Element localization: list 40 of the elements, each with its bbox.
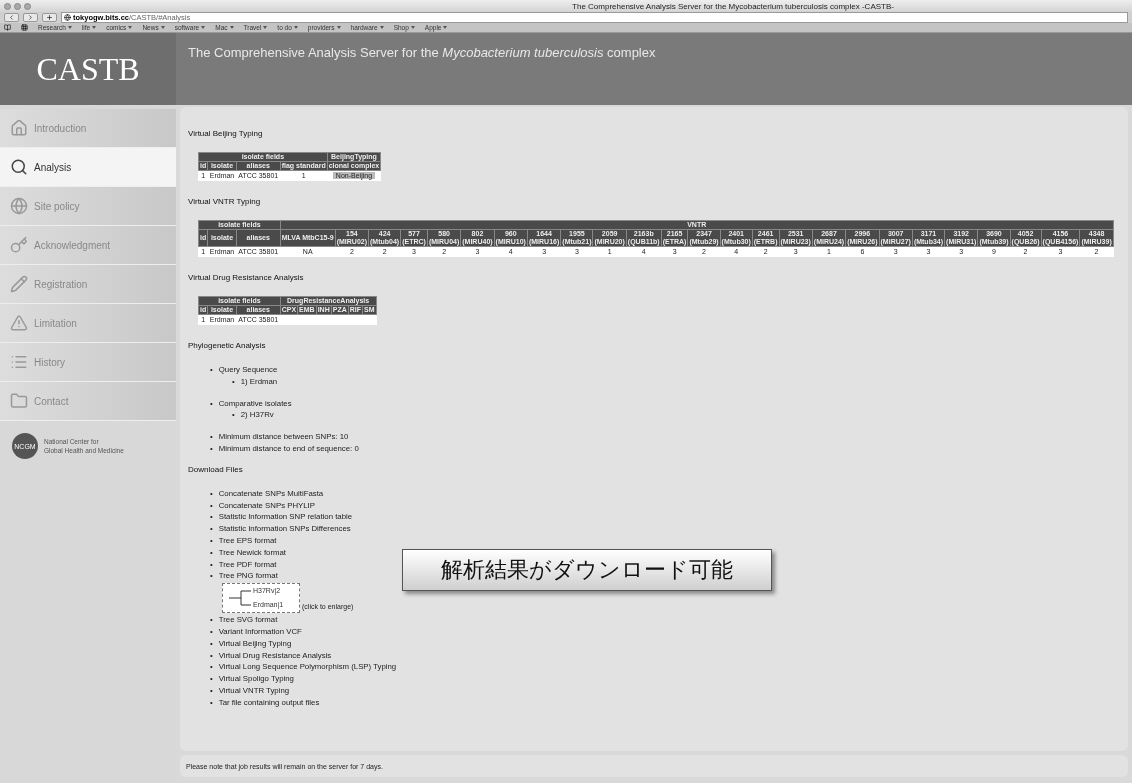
- globe-icon: [64, 14, 71, 21]
- section-title: Virtual VNTR Typing: [188, 197, 262, 206]
- list-icon: [10, 353, 28, 371]
- chevron-right-icon: [27, 14, 34, 21]
- caret-icon: [410, 26, 415, 29]
- chevron-left-icon: [8, 14, 15, 21]
- section-title: Phylogenetic Analysis: [188, 341, 267, 350]
- caret-icon: [443, 26, 448, 29]
- caret-icon: [201, 26, 206, 29]
- caret-icon: [229, 26, 234, 29]
- site-logo: CASTB: [0, 33, 176, 105]
- caret-icon: [67, 26, 72, 29]
- grid-icon[interactable]: [21, 24, 28, 31]
- globe-icon: [10, 197, 28, 215]
- sidebar-item[interactable]: Analysis: [0, 148, 176, 187]
- caret-icon: [128, 26, 133, 29]
- section-title: Virtual Drug Resistance Analysis: [188, 273, 305, 282]
- folder-icon: [10, 392, 28, 410]
- minimize-icon[interactable]: [14, 2, 21, 10]
- callout-caption: 解析結果がダウンロード可能: [402, 549, 772, 591]
- zoom-icon[interactable]: [24, 2, 31, 10]
- caret-icon: [92, 26, 97, 29]
- site-tagline: The Comprehensive Analysis Server for the Mycobacterium tuberculosis complex: [187, 45, 656, 60]
- warning-icon: [10, 314, 28, 332]
- section-title: Download Files: [188, 464, 244, 474]
- plus-icon: [46, 14, 53, 21]
- caret-icon: [293, 26, 298, 29]
- key-icon: [10, 236, 28, 254]
- caret-icon: [160, 26, 165, 29]
- house-icon: [10, 119, 28, 137]
- book-icon[interactable]: [4, 24, 11, 31]
- window-title: The Comprehensive Analysis Server for the Mycobacterium tuberculosis complex -CASTB-: [571, 1, 895, 11]
- caret-icon: [263, 26, 268, 29]
- caret-icon: [336, 26, 341, 29]
- add-bookmark-button[interactable]: [42, 13, 57, 22]
- section-title: Virtual Beijing Typing: [188, 129, 264, 138]
- caret-icon: [379, 26, 384, 29]
- pencil-icon: [10, 275, 28, 293]
- close-icon[interactable]: [4, 2, 11, 10]
- search-icon: [10, 158, 28, 176]
